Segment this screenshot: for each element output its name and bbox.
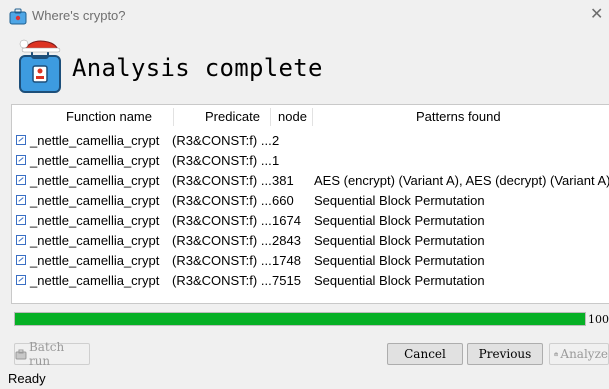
- progress-label: 100%: [588, 313, 609, 326]
- cell-patterns: Sequential Block Permutation: [314, 213, 485, 228]
- cell-node: 2: [272, 133, 280, 148]
- table-row[interactable]: _nettle_camellia_crypt (R3&CONST:f) ... …: [12, 210, 609, 230]
- cell-patterns: Sequential Block Permutation: [314, 233, 485, 248]
- column-header-node[interactable]: node: [278, 109, 307, 124]
- cancel-label: Cancel: [404, 347, 446, 361]
- cell-predicate: (R3&CONST:f) ...: [172, 253, 272, 268]
- analyze-label: Analyze: [560, 347, 608, 361]
- locked-briefcase-icon: [19, 39, 61, 93]
- cell-predicate: (R3&CONST:f) ...: [172, 213, 272, 228]
- function-icon: [16, 255, 26, 265]
- cell-node: 7515: [272, 273, 301, 288]
- status-text: Ready: [8, 371, 46, 386]
- cell-predicate: (R3&CONST:f) ...: [172, 193, 272, 208]
- table-row[interactable]: _nettle_camellia_crypt (R3&CONST:f) ... …: [12, 270, 609, 290]
- table-row[interactable]: _nettle_camellia_crypt (R3&CONST:f) ... …: [12, 170, 609, 190]
- previous-label: Previous: [478, 347, 532, 361]
- cell-node: 2843: [272, 233, 301, 248]
- cell-predicate: (R3&CONST:f) ...: [172, 173, 272, 188]
- function-icon: [16, 215, 26, 225]
- table-row[interactable]: _nettle_camellia_crypt (R3&CONST:f) ... …: [12, 150, 609, 170]
- function-icon: [16, 155, 26, 165]
- cell-predicate: (R3&CONST:f) ...: [172, 133, 272, 148]
- results-table[interactable]: Function name Predicate node Patterns fo…: [11, 104, 609, 304]
- table-row[interactable]: _nettle_camellia_crypt (R3&CONST:f) ... …: [12, 190, 609, 210]
- cell-function-name: _nettle_camellia_crypt: [30, 133, 160, 148]
- cell-patterns: Sequential Block Permutation: [314, 253, 485, 268]
- cell-node: 1: [272, 153, 280, 168]
- column-divider: [312, 108, 313, 126]
- close-icon[interactable]: ✕: [590, 4, 603, 24]
- window-title: Where's crypto?: [32, 8, 126, 23]
- cell-function-name: _nettle_camellia_crypt: [30, 153, 160, 168]
- cell-function-name: _nettle_camellia_crypt: [30, 173, 160, 188]
- table-row[interactable]: _nettle_camellia_crypt (R3&CONST:f) ... …: [12, 230, 609, 250]
- cell-function-name: _nettle_camellia_crypt: [30, 233, 160, 248]
- analyze-button[interactable]: Analyze: [549, 343, 609, 365]
- function-icon: [16, 275, 26, 285]
- cell-node: 660: [272, 193, 294, 208]
- cell-function-name: _nettle_camellia_crypt: [30, 213, 160, 228]
- cancel-button[interactable]: Cancel: [387, 343, 463, 365]
- table-row[interactable]: _nettle_camellia_crypt (R3&CONST:f) ... …: [12, 130, 609, 150]
- cell-node: 1748: [272, 253, 301, 268]
- column-divider: [173, 108, 174, 126]
- locked-briefcase-icon: [9, 8, 27, 25]
- cell-predicate: (R3&CONST:f) ...: [172, 153, 272, 168]
- column-divider: [270, 108, 271, 126]
- function-icon: [16, 235, 26, 245]
- column-header-patterns-found[interactable]: Patterns found: [416, 109, 501, 124]
- cell-patterns: Sequential Block Permutation: [314, 193, 485, 208]
- function-icon: [16, 135, 26, 145]
- function-icon: [16, 195, 26, 205]
- cell-predicate: (R3&CONST:f) ...: [172, 273, 272, 288]
- title-bar: Where's crypto? ✕: [0, 0, 609, 32]
- cell-node: 381: [272, 173, 294, 188]
- page-title: Analysis complete: [72, 54, 323, 82]
- progress-fill: [15, 313, 585, 325]
- cell-patterns: Sequential Block Permutation: [314, 273, 485, 288]
- cell-function-name: _nettle_camellia_crypt: [30, 253, 160, 268]
- cell-patterns: AES (encrypt) (Variant A), AES (decrypt)…: [314, 173, 609, 188]
- table-row[interactable]: _nettle_camellia_crypt (R3&CONST:f) ... …: [12, 250, 609, 270]
- previous-button[interactable]: Previous: [467, 343, 543, 365]
- cell-function-name: _nettle_camellia_crypt: [30, 273, 160, 288]
- cell-node: 1674: [272, 213, 301, 228]
- batch-run-label: Batch run: [28, 340, 65, 368]
- column-header-predicate[interactable]: Predicate: [205, 109, 260, 124]
- briefcase-icon: [15, 349, 27, 360]
- table-header: Function name Predicate node Patterns fo…: [12, 105, 609, 129]
- column-header-function-name[interactable]: Function name: [66, 109, 152, 124]
- progress-bar: [14, 312, 586, 326]
- function-icon: [16, 175, 26, 185]
- batch-run-button[interactable]: Batch run: [14, 340, 90, 368]
- briefcase-icon: [554, 352, 559, 357]
- cell-predicate: (R3&CONST:f) ...: [172, 233, 272, 248]
- cell-function-name: _nettle_camellia_crypt: [30, 193, 160, 208]
